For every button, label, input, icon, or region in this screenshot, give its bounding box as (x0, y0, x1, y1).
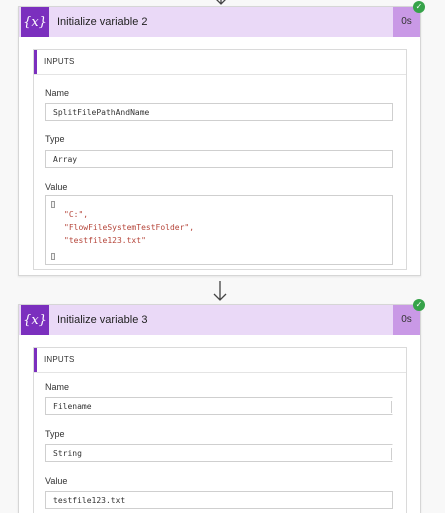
inputs-accent-bar (34, 348, 37, 372)
inputs-panel: INPUTS Name Filename Type String Value t… (33, 347, 407, 513)
array-item: "testfile123.txt" (64, 236, 146, 245)
card-title: Initialize variable 3 (57, 314, 148, 326)
card-header[interactable]: {x} Initialize variable 3 0s (19, 305, 420, 335)
inputs-panel: INPUTS Name SplitFilePathAndName Type Ar… (33, 49, 407, 270)
action-card-initialize-variable-2[interactable]: {x} Initialize variable 2 0s INPUTS Name… (18, 6, 421, 276)
type-label: Type (45, 134, 65, 144)
connector-arrow (213, 281, 227, 301)
name-field[interactable]: Filename (45, 397, 393, 415)
card-title: Initialize variable 2 (57, 16, 148, 28)
variable-icon: {x} (21, 7, 49, 37)
inputs-label: INPUTS (44, 355, 75, 364)
type-field[interactable]: String (45, 444, 393, 462)
value-label: Value (45, 182, 68, 192)
name-label: Name (45, 382, 70, 392)
name-label: Name (45, 88, 70, 98)
flow-run-canvas: {x} Initialize variable 2 0s INPUTS Name… (0, 0, 445, 513)
success-check-icon: ✓ (413, 299, 425, 311)
inputs-accent-bar (34, 50, 37, 74)
variable-icon: {x} (21, 305, 49, 335)
name-field[interactable]: SplitFilePathAndName (45, 103, 393, 121)
value-label: Value (45, 476, 68, 486)
inputs-section-header[interactable]: INPUTS (34, 348, 406, 373)
array-open-bracket-icon (51, 201, 55, 208)
action-card-initialize-variable-3[interactable]: {x} Initialize variable 3 0s INPUTS Name… (18, 304, 421, 513)
type-label: Type (45, 429, 65, 439)
value-field[interactable]: "C:", "FlowFileSystemTestFolder", "testf… (45, 195, 393, 265)
inputs-label: INPUTS (44, 57, 75, 66)
type-field[interactable]: Array (45, 150, 393, 168)
array-item: "C:", (64, 210, 89, 219)
inputs-section-header[interactable]: INPUTS (34, 50, 406, 75)
success-check-icon: ✓ (413, 1, 425, 13)
array-item: "FlowFileSystemTestFolder", (64, 223, 195, 232)
value-field[interactable]: testfile123.txt (45, 491, 393, 509)
array-close-bracket-icon (51, 253, 55, 260)
card-header[interactable]: {x} Initialize variable 2 0s (19, 7, 420, 37)
